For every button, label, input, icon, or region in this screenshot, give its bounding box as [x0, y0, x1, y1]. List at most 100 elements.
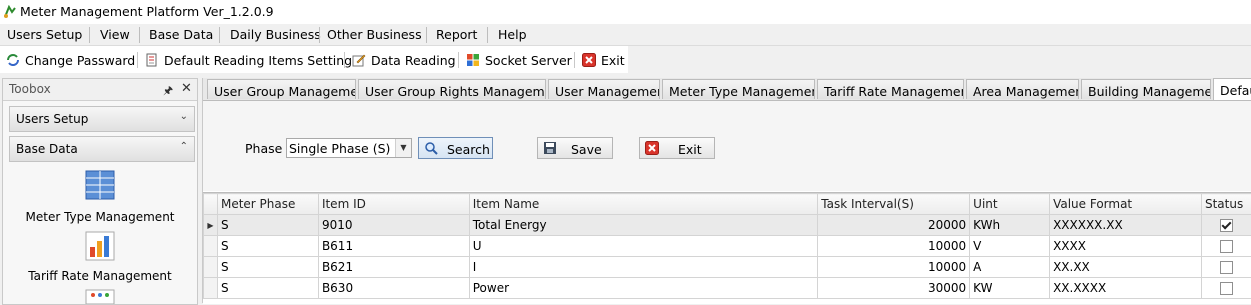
tab-user-group-management[interactable]: User Group Management: [207, 79, 356, 99]
items-table: Meter Phase Item ID Item Name Task Inter…: [203, 193, 1251, 299]
default-reading-items-button[interactable]: Default Reading Items Setting: [145, 51, 352, 69]
cell-value-format[interactable]: XXXX: [1050, 236, 1202, 257]
cell-task-interval[interactable]: 10000: [818, 236, 970, 257]
exit-label: Exit: [678, 142, 702, 157]
cell-meter-phase[interactable]: S: [217, 215, 318, 236]
chevron-down-icon: ⌄: [180, 111, 188, 122]
row-selector[interactable]: [204, 257, 218, 278]
search-button[interactable]: Search: [418, 137, 493, 159]
tab-area-management[interactable]: Area Management: [966, 79, 1079, 99]
cell-task-interval[interactable]: 10000: [818, 257, 970, 278]
menu-separator: [139, 27, 140, 43]
cell-item-id[interactable]: 9010: [318, 215, 469, 236]
cell-item-id[interactable]: B630: [318, 278, 469, 299]
dropdown-arrow-icon[interactable]: ▼: [395, 139, 411, 157]
status-checkbox[interactable]: [1220, 282, 1233, 295]
column-header[interactable]: Task Interval(S): [818, 194, 970, 215]
toolbox-item-meter-type[interactable]: Meter Type Management: [3, 210, 197, 224]
save-button[interactable]: Save: [537, 137, 613, 159]
cell-item-name[interactable]: Total Energy: [469, 215, 818, 236]
menu-view[interactable]: View: [100, 27, 130, 42]
save-icon: [543, 141, 557, 155]
tab-user-group-rights-management[interactable]: User Group Rights Management: [358, 79, 546, 99]
tab-default-reading-items[interactable]: Defau: [1213, 78, 1251, 100]
cell-value-format[interactable]: XX.XXXX: [1050, 278, 1202, 299]
column-header[interactable]: Status: [1201, 194, 1251, 215]
main-panel: User Group Management User Group Rights …: [202, 78, 1251, 303]
row-selector[interactable]: [204, 236, 218, 257]
status-checkbox[interactable]: [1220, 261, 1233, 274]
default-reading-items-label: Default Reading Items Setting: [164, 53, 352, 68]
table-row[interactable]: S B611 U 10000 V XXXX: [204, 236, 1251, 257]
socket-server-button[interactable]: Socket Server: [466, 51, 572, 69]
search-label: Search: [447, 142, 490, 157]
change-password-label: Change Passward: [25, 53, 135, 68]
toolbar-separator: [458, 52, 459, 68]
cell-meter-phase[interactable]: S: [217, 257, 318, 278]
column-header[interactable]: Item Name: [469, 194, 818, 215]
cell-unit[interactable]: A: [970, 257, 1050, 278]
toolbox-title: Toobox: [9, 82, 51, 96]
phase-label: Phase: [245, 141, 282, 156]
column-header[interactable]: Item ID: [318, 194, 469, 215]
column-header[interactable]: Uint: [970, 194, 1050, 215]
cell-meter-phase[interactable]: S: [217, 236, 318, 257]
tab-user-management[interactable]: User Management: [548, 79, 660, 99]
menu-other-business[interactable]: Other Business: [327, 27, 422, 42]
menu-daily-business[interactable]: Daily Business: [230, 27, 321, 42]
cell-value-format[interactable]: XX.XX: [1050, 257, 1202, 278]
table-row[interactable]: S B630 Power 30000 KW XX.XXXX: [204, 278, 1251, 299]
menu-base-data[interactable]: Base Data: [149, 27, 213, 42]
menu-separator: [487, 27, 488, 43]
column-header[interactable]: Meter Phase: [217, 194, 318, 215]
cell-meter-phase[interactable]: S: [217, 278, 318, 299]
menu-report[interactable]: Report: [436, 27, 477, 42]
cell-item-name[interactable]: I: [469, 257, 818, 278]
filter-form: Phase Single Phase (S) ▼ Search Save Ex: [203, 101, 1251, 191]
table-row[interactable]: ▶ S 9010 Total Energy 20000 KWh XXXXXX.X…: [204, 215, 1251, 236]
close-icon[interactable]: ✕: [181, 81, 192, 96]
toolbox-item-tariff-rate[interactable]: Tariff Rate Management: [3, 269, 197, 283]
toolbox-group-base-data[interactable]: Base Data ⌃: [9, 136, 195, 162]
toolbar-exit-button[interactable]: Exit: [582, 51, 625, 69]
items-grid: Meter Phase Item ID Item Name Task Inter…: [203, 192, 1251, 304]
cell-item-name[interactable]: U: [469, 236, 818, 257]
grid-table-icon[interactable]: [85, 170, 115, 200]
cell-unit[interactable]: V: [970, 236, 1050, 257]
menu-users-setup[interactable]: Users Setup: [7, 27, 82, 42]
menu-help[interactable]: Help: [498, 27, 527, 42]
row-selector[interactable]: [204, 278, 218, 299]
cell-unit[interactable]: KWh: [970, 215, 1050, 236]
dots-icon[interactable]: [85, 289, 115, 304]
pin-icon[interactable]: 🖈: [163, 82, 173, 101]
toolbox-group-users-setup[interactable]: Users Setup ⌄: [9, 106, 195, 132]
tab-tariff-rate-management[interactable]: Tariff Rate Management: [817, 79, 964, 99]
change-password-button[interactable]: Change Passward: [6, 51, 135, 69]
save-label: Save: [571, 142, 602, 157]
row-selector-arrow-icon[interactable]: ▶: [204, 215, 218, 236]
table-row[interactable]: S B621 I 10000 A XX.XX: [204, 257, 1251, 278]
exit-icon: [582, 53, 596, 67]
cell-value-format[interactable]: XXXXXX.XX: [1050, 215, 1202, 236]
status-checkbox[interactable]: [1220, 240, 1233, 253]
data-reading-button[interactable]: Data Reading: [352, 51, 456, 69]
window-title: Meter Management Platform Ver_1.2.0.9: [20, 4, 274, 19]
cell-task-interval[interactable]: 20000: [818, 215, 970, 236]
cell-item-name[interactable]: Power: [469, 278, 818, 299]
tab-building-management[interactable]: Building Management: [1081, 79, 1211, 99]
cell-item-id[interactable]: B611: [318, 236, 469, 257]
cell-unit[interactable]: KW: [970, 278, 1050, 299]
status-checkbox[interactable]: [1220, 219, 1233, 232]
menu-separator: [89, 27, 90, 43]
tab-meter-type-management[interactable]: Meter Type Management: [662, 79, 815, 99]
cell-item-id[interactable]: B621: [318, 257, 469, 278]
toolbox-panel: Toobox 🖈 ✕ Users Setup ⌄ Base Data ⌃ Met…: [2, 78, 198, 305]
cell-task-interval[interactable]: 30000: [818, 278, 970, 299]
phase-select[interactable]: Single Phase (S) ▼: [286, 138, 412, 158]
edit-document-icon: [352, 53, 366, 67]
column-header[interactable]: Value Format: [1050, 194, 1202, 215]
exit-button[interactable]: Exit: [639, 137, 715, 159]
menu-separator: [426, 27, 427, 43]
bar-chart-icon[interactable]: [85, 231, 115, 261]
cell-status: [1201, 257, 1251, 278]
